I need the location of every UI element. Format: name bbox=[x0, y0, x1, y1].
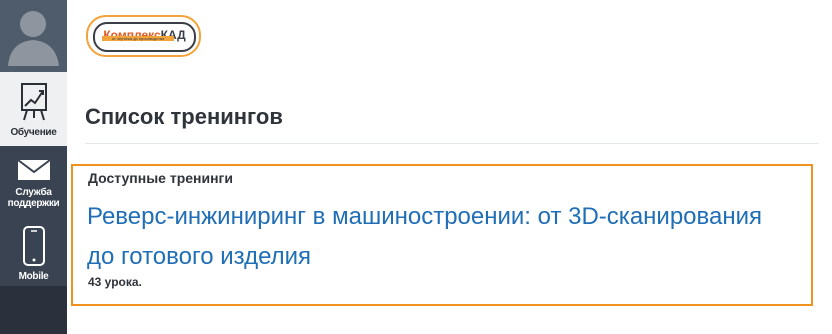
avatar[interactable] bbox=[0, 0, 67, 72]
user-silhouette-icon bbox=[8, 11, 59, 66]
sidebar-item-label: Обучение bbox=[10, 127, 57, 138]
sidebar-item-label: Служба поддержки bbox=[7, 187, 60, 209]
title-divider bbox=[85, 143, 819, 144]
sidebar-item-label: Mobile bbox=[18, 271, 49, 282]
training-card: Доступные тренинги Реверс-инжиниринг в м… bbox=[71, 164, 813, 306]
sidebar-item-mobile[interactable]: Mobile bbox=[0, 222, 67, 286]
training-link[interactable]: Реверс-инжиниринг в машиностроении: от 3… bbox=[87, 197, 787, 277]
logo-tagline: от чертежа до производства bbox=[102, 36, 174, 41]
company-logo[interactable]: КомплексКАД от чертежа до производства bbox=[86, 15, 201, 57]
section-title: Доступные тренинги bbox=[88, 170, 233, 186]
sidebar: Обучение Служба поддержки Mobile bbox=[0, 0, 67, 334]
lesson-count: 43 урока. bbox=[88, 275, 142, 289]
sidebar-item-support[interactable]: Служба поддержки bbox=[0, 152, 67, 218]
sidebar-item-training[interactable]: Обучение bbox=[0, 72, 67, 146]
page-title: Список тренингов bbox=[85, 104, 283, 129]
smartphone-icon bbox=[22, 226, 45, 266]
sidebar-footer bbox=[0, 286, 67, 334]
envelope-icon bbox=[16, 159, 51, 180]
training-chart-icon bbox=[20, 83, 47, 121]
